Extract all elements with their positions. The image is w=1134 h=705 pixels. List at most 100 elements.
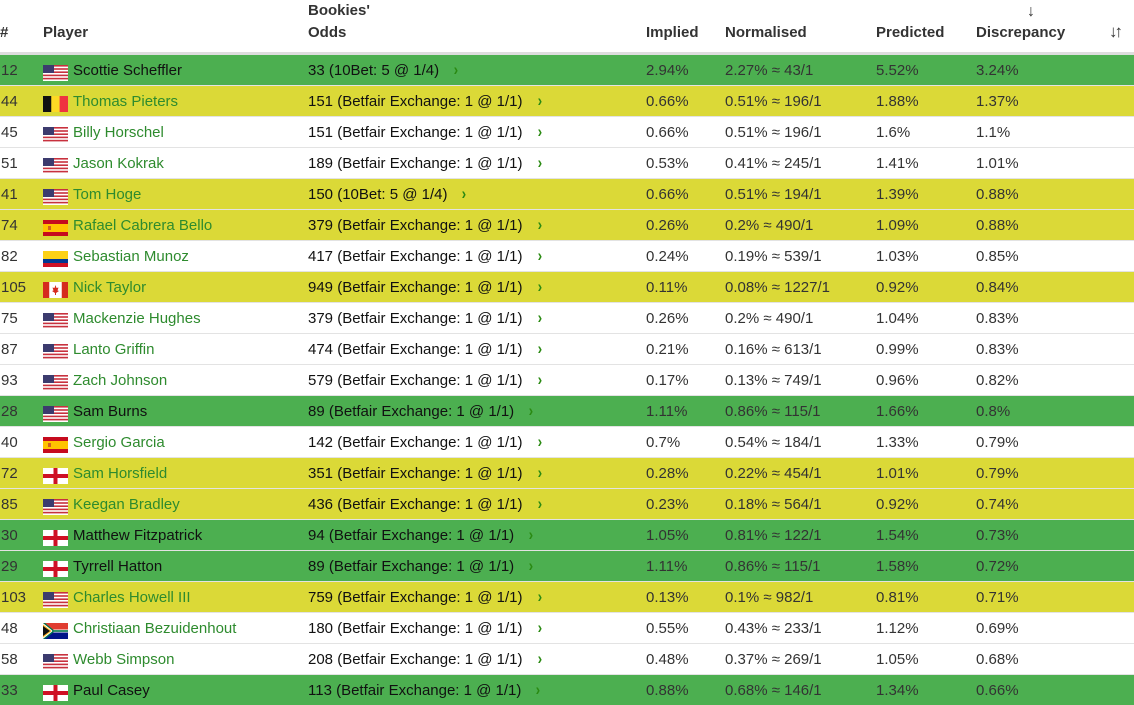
table-row[interactable]: 58 Webb Simpson 208 (Betfair Exchange: 1… bbox=[0, 644, 1134, 675]
player-link[interactable]: Mackenzie Hughes bbox=[73, 304, 201, 333]
empty-cell bbox=[1109, 365, 1134, 396]
chevron-right-icon[interactable]: › bbox=[454, 55, 459, 84]
chevron-right-icon[interactable]: › bbox=[537, 272, 542, 301]
header-player[interactable]: Player bbox=[43, 0, 308, 54]
normalised-cell: 0.68% ≈ 146/1 bbox=[725, 675, 876, 705]
chevron-right-icon[interactable]: › bbox=[537, 582, 542, 611]
chevron-right-icon[interactable]: › bbox=[537, 117, 542, 146]
discrepancy-cell: 0.68% bbox=[976, 644, 1109, 675]
player-link[interactable]: Rafael Cabrera Bello bbox=[73, 211, 212, 240]
chevron-right-icon[interactable]: › bbox=[537, 644, 542, 673]
header-odds[interactable]: Bookies' Odds bbox=[308, 0, 646, 54]
header-row: # Player Bookies' Odds Implied Normalise… bbox=[0, 0, 1134, 54]
odds-cell: 180 (Betfair Exchange: 1 @ 1/1)› bbox=[308, 613, 646, 644]
chevron-right-icon[interactable]: › bbox=[537, 86, 542, 115]
discrepancy-cell: 0.69% bbox=[976, 613, 1109, 644]
player-link[interactable]: Matthew Fitzpatrick bbox=[73, 521, 202, 550]
table-row[interactable]: 105 Nick Taylor 949 (Betfair Exchange: 1… bbox=[0, 272, 1134, 303]
table-row[interactable]: 33 Paul Casey 113 (Betfair Exchange: 1 @… bbox=[0, 675, 1134, 705]
player-link[interactable]: Billy Horschel bbox=[73, 118, 164, 147]
player-link[interactable]: Jason Kokrak bbox=[73, 149, 164, 178]
chevron-right-icon[interactable]: › bbox=[462, 179, 467, 208]
player-link[interactable]: Sergio Garcia bbox=[73, 428, 165, 457]
player-link[interactable]: Charles Howell III bbox=[73, 583, 191, 612]
player-link[interactable]: Sam Burns bbox=[73, 397, 147, 426]
odds-cell: 113 (Betfair Exchange: 1 @ 1/1)› bbox=[308, 675, 646, 705]
table-row[interactable]: 29 Tyrrell Hatton 89 (Betfair Exchange: … bbox=[0, 551, 1134, 582]
table-row[interactable]: 41 Tom Hoge 150 (10Bet: 5 @ 1/4)› 0.66% … bbox=[0, 179, 1134, 210]
header-implied[interactable]: Implied bbox=[646, 0, 725, 54]
implied-cell: 0.55% bbox=[646, 613, 725, 644]
table-row[interactable]: 85 Keegan Bradley 436 (Betfair Exchange:… bbox=[0, 489, 1134, 520]
table-row[interactable]: 103 Charles Howell III 759 (Betfair Exch… bbox=[0, 582, 1134, 613]
odds-text: 474 (Betfair Exchange: 1 @ 1/1) bbox=[308, 341, 523, 358]
flag-canada-icon bbox=[43, 279, 68, 295]
header-predicted[interactable]: Predicted bbox=[876, 0, 976, 54]
implied-cell: 0.66% bbox=[646, 117, 725, 148]
player-link[interactable]: Tom Hoge bbox=[73, 180, 141, 209]
table-row[interactable]: 30 Matthew Fitzpatrick 94 (Betfair Excha… bbox=[0, 520, 1134, 551]
table-row[interactable]: 12 Scottie Scheffler 33 (10Bet: 5 @ 1/4)… bbox=[0, 54, 1134, 86]
header-rank[interactable]: # bbox=[0, 0, 43, 54]
player-link[interactable]: Lanto Griffin bbox=[73, 335, 154, 364]
table-row[interactable]: 87 Lanto Griffin 474 (Betfair Exchange: … bbox=[0, 334, 1134, 365]
table-row[interactable]: 44 Thomas Pieters 151 (Betfair Exchange:… bbox=[0, 86, 1134, 117]
predicted-cell: 1.09% bbox=[876, 210, 976, 241]
player-link[interactable]: Tyrrell Hatton bbox=[73, 552, 162, 581]
player-link[interactable]: Keegan Bradley bbox=[73, 490, 180, 519]
table-row[interactable]: 28 Sam Burns 89 (Betfair Exchange: 1 @ 1… bbox=[0, 396, 1134, 427]
chevron-right-icon[interactable]: › bbox=[536, 675, 541, 704]
chevron-right-icon[interactable]: › bbox=[537, 427, 542, 456]
discrepancy-cell: 0.79% bbox=[976, 427, 1109, 458]
table-row[interactable]: 45 Billy Horschel 151 (Betfair Exchange:… bbox=[0, 117, 1134, 148]
odds-text: 351 (Betfair Exchange: 1 @ 1/1) bbox=[308, 465, 523, 482]
table-row[interactable]: 40 Sergio Garcia 142 (Betfair Exchange: … bbox=[0, 427, 1134, 458]
chevron-right-icon[interactable]: › bbox=[537, 303, 542, 332]
header-sort-toggle[interactable]: ↓↑ bbox=[1109, 0, 1134, 54]
player-link[interactable]: Scottie Scheffler bbox=[73, 56, 182, 85]
predicted-cell: 1.33% bbox=[876, 427, 976, 458]
table-row[interactable]: 51 Jason Kokrak 189 (Betfair Exchange: 1… bbox=[0, 148, 1134, 179]
flag-usa-icon bbox=[43, 155, 68, 171]
chevron-right-icon[interactable]: › bbox=[537, 210, 542, 239]
implied-cell: 0.26% bbox=[646, 210, 725, 241]
table-row[interactable]: 72 Sam Horsfield 351 (Betfair Exchange: … bbox=[0, 458, 1134, 489]
chevron-right-icon[interactable]: › bbox=[529, 520, 534, 549]
player-link[interactable]: Webb Simpson bbox=[73, 645, 174, 674]
sort-toggle-icon: ↓↑ bbox=[1109, 22, 1120, 41]
player-link[interactable]: Nick Taylor bbox=[73, 273, 146, 302]
odds-cell: 89 (Betfair Exchange: 1 @ 1/1)› bbox=[308, 396, 646, 427]
player-link[interactable]: Paul Casey bbox=[73, 676, 150, 705]
discrepancy-cell: 0.71% bbox=[976, 582, 1109, 613]
chevron-right-icon[interactable]: › bbox=[537, 365, 542, 394]
table-row[interactable]: 82 Sebastian Munoz 417 (Betfair Exchange… bbox=[0, 241, 1134, 272]
table-row[interactable]: 48 Christiaan Bezuidenhout 180 (Betfair … bbox=[0, 613, 1134, 644]
chevron-right-icon[interactable]: › bbox=[537, 489, 542, 518]
player-link[interactable]: Christiaan Bezuidenhout bbox=[73, 614, 236, 643]
chevron-right-icon[interactable]: › bbox=[537, 613, 542, 642]
chevron-right-icon[interactable]: › bbox=[529, 396, 534, 425]
header-discrepancy[interactable]: ↓ Discrepancy bbox=[976, 0, 1109, 54]
player-cell: Jason Kokrak bbox=[43, 148, 308, 179]
player-link[interactable]: Sebastian Munoz bbox=[73, 242, 189, 271]
table-row[interactable]: 75 Mackenzie Hughes 379 (Betfair Exchang… bbox=[0, 303, 1134, 334]
chevron-right-icon[interactable]: › bbox=[537, 458, 542, 487]
flag-england-icon bbox=[43, 527, 68, 543]
rank-cell: 45 bbox=[0, 117, 43, 148]
header-normalised[interactable]: Normalised bbox=[725, 0, 876, 54]
chevron-right-icon[interactable]: › bbox=[529, 551, 534, 580]
player-link[interactable]: Zach Johnson bbox=[73, 366, 167, 395]
predicted-cell: 1.88% bbox=[876, 86, 976, 117]
chevron-right-icon[interactable]: › bbox=[537, 241, 542, 270]
odds-text: 417 (Betfair Exchange: 1 @ 1/1) bbox=[308, 248, 523, 265]
player-link[interactable]: Thomas Pieters bbox=[73, 87, 178, 116]
chevron-right-icon[interactable]: › bbox=[537, 334, 542, 363]
table-row[interactable]: 74 Rafael Cabrera Bello 379 (Betfair Exc… bbox=[0, 210, 1134, 241]
empty-cell bbox=[1109, 117, 1134, 148]
predicted-cell: 0.81% bbox=[876, 582, 976, 613]
chevron-right-icon[interactable]: › bbox=[537, 148, 542, 177]
player-link[interactable]: Sam Horsfield bbox=[73, 459, 167, 488]
rank-cell: 72 bbox=[0, 458, 43, 489]
table-row[interactable]: 93 Zach Johnson 579 (Betfair Exchange: 1… bbox=[0, 365, 1134, 396]
flag-belgium-icon bbox=[43, 93, 68, 109]
